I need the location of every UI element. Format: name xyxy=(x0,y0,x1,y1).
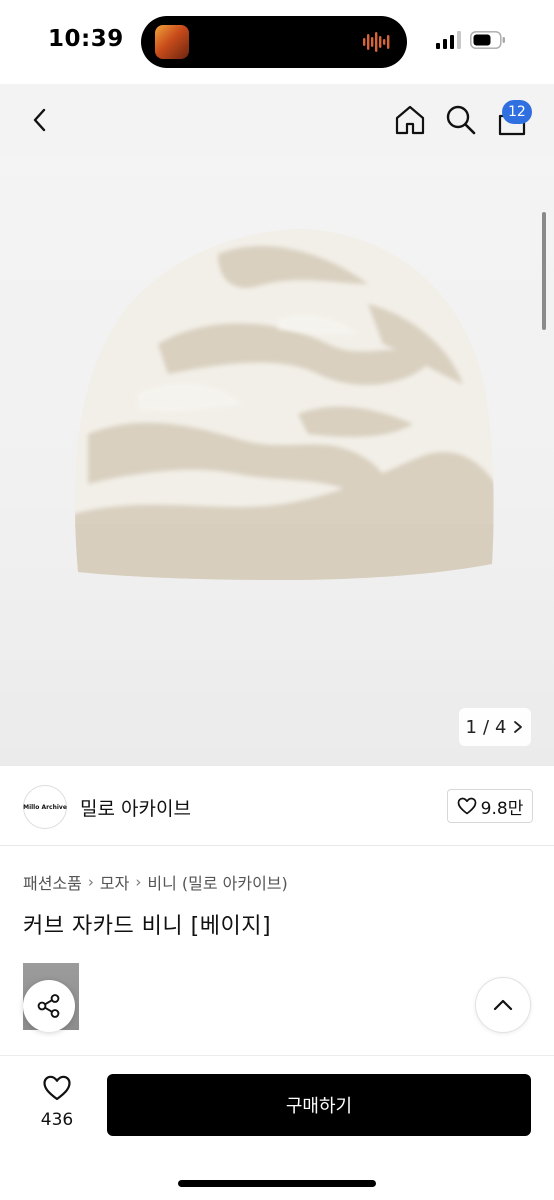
product-image xyxy=(74,229,494,581)
scrollbar[interactable] xyxy=(542,212,546,330)
brand-logo[interactable]: Millo Archive xyxy=(23,785,67,829)
home-button[interactable] xyxy=(392,102,428,138)
status-bar: 10:39 xyxy=(0,0,554,84)
brand-like-count: 9.8만 xyxy=(480,798,524,819)
battery-icon xyxy=(470,31,505,49)
heart-icon xyxy=(43,1075,71,1101)
now-playing-artwork xyxy=(155,25,189,59)
search-icon xyxy=(446,105,476,135)
home-icon xyxy=(395,105,425,135)
scroll-to-top-button[interactable] xyxy=(475,977,531,1033)
home-indicator[interactable] xyxy=(178,1180,376,1187)
chevron-right-icon: › xyxy=(87,873,94,891)
brand-like-button[interactable]: 9.8만 xyxy=(447,789,533,823)
cart-count-badge: 12 xyxy=(502,100,532,124)
back-button[interactable] xyxy=(22,102,58,138)
breadcrumb-item[interactable]: 비니 (밀로 아카이브) xyxy=(147,870,287,894)
category-breadcrumb: 패션소품 › 모자 › 비니 (밀로 아카이브) xyxy=(23,870,288,894)
share-button[interactable] xyxy=(23,980,75,1032)
heart-icon xyxy=(457,797,477,815)
chevron-right-icon xyxy=(514,721,523,733)
total-pages: 4 xyxy=(495,716,507,738)
image-page-indicator[interactable]: 1 / 4 xyxy=(459,708,531,746)
current-page: 1 xyxy=(465,716,477,738)
brand-name[interactable]: 밀로 아카이브 xyxy=(80,794,191,821)
bottom-action-bar: 436 구매하기 xyxy=(0,1055,554,1200)
back-icon xyxy=(33,108,46,132)
breadcrumb-item[interactable]: 모자 xyxy=(100,870,129,894)
status-indicators xyxy=(436,30,506,50)
dynamic-island[interactable] xyxy=(141,16,407,68)
status-time: 10:39 xyxy=(48,26,124,52)
wishlist-count: 436 xyxy=(40,1110,74,1130)
chevron-right-icon: › xyxy=(135,873,142,891)
buy-button[interactable]: 구매하기 xyxy=(107,1074,531,1136)
top-nav-bar xyxy=(0,84,554,156)
brand-row[interactable]: Millo Archive 밀로 아카이브 9.8만 xyxy=(0,766,554,846)
product-image-gallery[interactable] xyxy=(0,84,554,766)
cellular-signal-icon xyxy=(436,31,461,49)
share-icon xyxy=(37,994,60,1018)
chevron-up-icon xyxy=(493,999,513,1011)
page-separator: / xyxy=(482,716,490,738)
search-button[interactable] xyxy=(443,102,479,138)
product-title: 커브 자카드 비니 [베이지] xyxy=(23,914,272,939)
audio-wave-icon xyxy=(363,32,390,52)
wishlist-button[interactable]: 436 xyxy=(30,1074,84,1130)
breadcrumb-item[interactable]: 패션소품 xyxy=(23,870,82,894)
